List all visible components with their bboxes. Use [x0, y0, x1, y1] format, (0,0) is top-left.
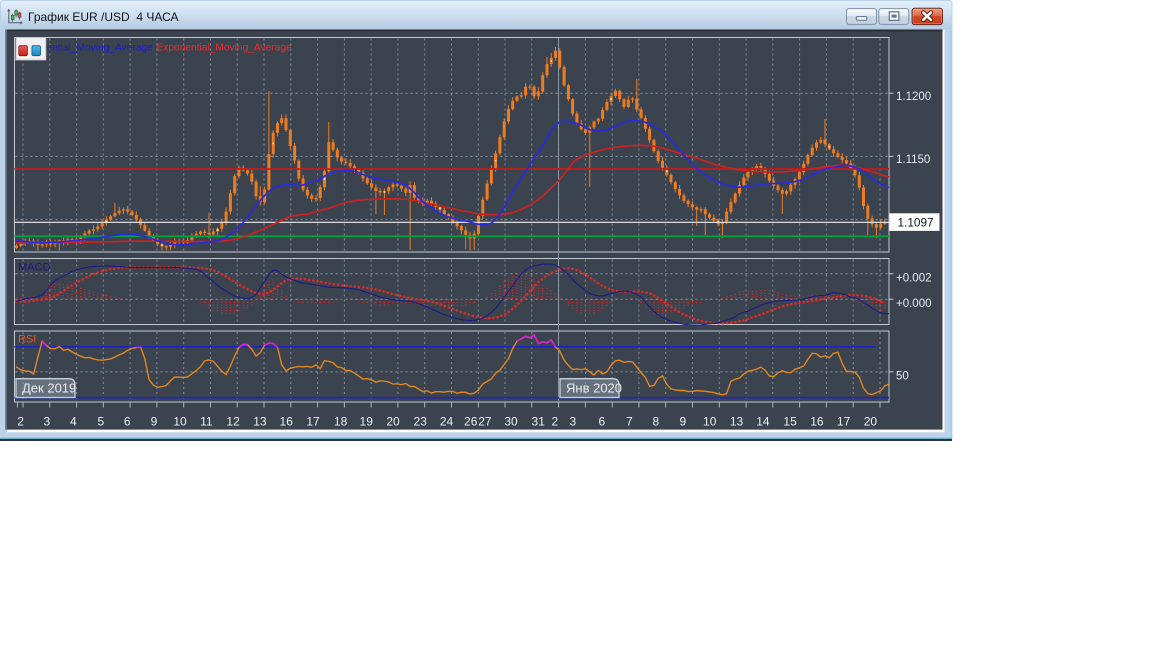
svg-text:27: 27	[478, 415, 492, 429]
svg-text:1.1200: 1.1200	[896, 91, 931, 103]
svg-text:9: 9	[151, 415, 158, 429]
svg-text:20: 20	[864, 415, 878, 429]
svg-text:4: 4	[70, 415, 77, 429]
svg-text:1.1097: 1.1097	[898, 216, 934, 230]
svg-text:14: 14	[756, 415, 770, 429]
svg-text:+0.000: +0.000	[896, 298, 932, 310]
svg-text:+0.002: +0.002	[896, 272, 932, 284]
svg-text:30: 30	[504, 415, 518, 429]
svg-text:ential_Moving_Average: ential_Moving_Average	[47, 43, 154, 54]
svg-text:2: 2	[552, 415, 559, 429]
svg-text:2: 2	[17, 415, 24, 429]
svg-text:3: 3	[570, 415, 577, 429]
svg-text:16: 16	[810, 415, 824, 429]
svg-text:11: 11	[200, 415, 213, 429]
svg-text:12: 12	[226, 415, 240, 429]
svg-text:Янв 2020: Янв 2020	[566, 381, 622, 396]
svg-text:50: 50	[896, 370, 909, 382]
svg-text:19: 19	[360, 415, 374, 429]
svg-text:5: 5	[98, 415, 105, 429]
svg-text:10: 10	[703, 415, 717, 429]
svg-text:10: 10	[173, 415, 187, 429]
svg-text:18: 18	[334, 415, 348, 429]
svg-text:23: 23	[414, 415, 428, 429]
svg-text:31: 31	[532, 415, 546, 429]
svg-text:9: 9	[680, 415, 687, 429]
svg-text:1.1150: 1.1150	[896, 154, 930, 166]
svg-text:Exponential_Moving_Average: Exponential_Moving_Average	[157, 43, 293, 54]
svg-text:Дек 2019: Дек 2019	[22, 381, 76, 396]
svg-text:13: 13	[730, 415, 744, 429]
svg-text:График EUR /USD 4 ЧАСА: График EUR /USD 4 ЧАСА	[28, 10, 179, 24]
svg-text:7: 7	[626, 415, 633, 429]
svg-text:MACD: MACD	[18, 262, 50, 274]
svg-text:20: 20	[386, 415, 400, 429]
svg-text:16: 16	[280, 415, 294, 429]
svg-text:6: 6	[124, 415, 131, 429]
svg-text:RSI: RSI	[18, 334, 36, 346]
svg-text:15: 15	[783, 415, 797, 429]
svg-text:8: 8	[652, 415, 659, 429]
svg-text:26: 26	[464, 415, 478, 429]
svg-text:6: 6	[598, 415, 605, 429]
svg-text:17: 17	[306, 415, 320, 429]
svg-text:13: 13	[253, 415, 267, 429]
svg-text:24: 24	[440, 415, 454, 429]
svg-text:17: 17	[837, 415, 851, 429]
svg-text:3: 3	[44, 415, 51, 429]
